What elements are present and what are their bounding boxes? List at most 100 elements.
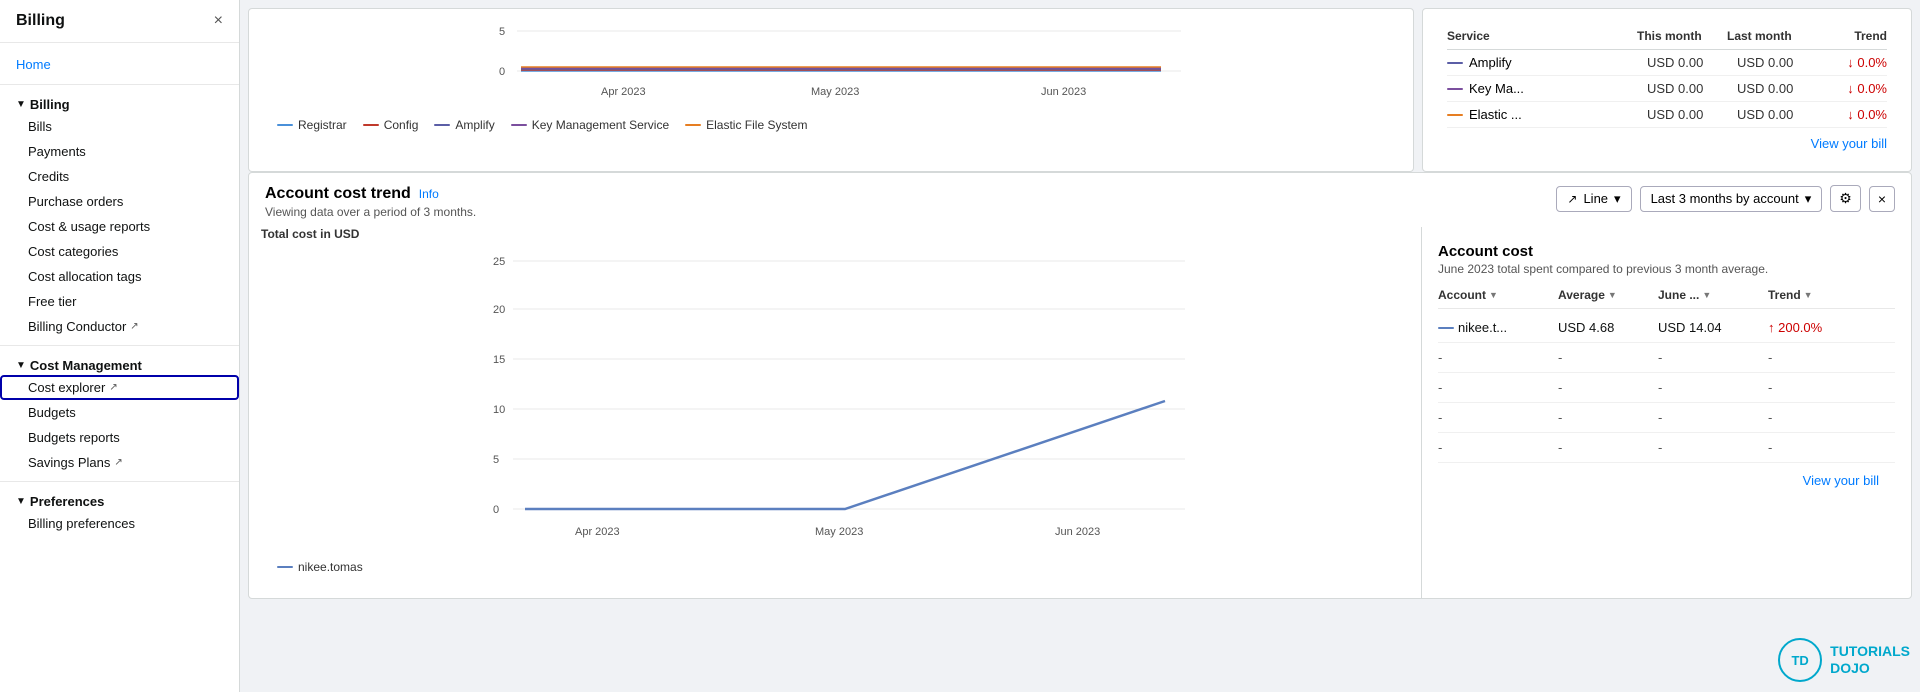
service-color-amplify <box>1447 62 1463 64</box>
legend-line-kms <box>511 124 527 126</box>
sidebar-close-button[interactable]: × <box>214 12 223 30</box>
trend-panel: Account cost trend Info Viewing data ove… <box>248 172 1912 599</box>
account-cost-panel: Account cost June 2023 total spent compa… <box>1422 227 1911 514</box>
sidebar-item-purchase-orders[interactable]: Purchase orders <box>0 189 239 214</box>
td-account-1: nikee.t... <box>1438 320 1558 335</box>
svg-text:May 2023: May 2023 <box>811 86 859 98</box>
svg-text:May 2023: May 2023 <box>815 526 863 538</box>
account-table-row-2: - - - - <box>1438 343 1895 373</box>
sidebar-item-cost-explorer[interactable]: Cost explorer ↗ <box>0 375 239 400</box>
account-table-row-5: - - - - <box>1438 433 1895 463</box>
legend-config: Config <box>363 118 419 132</box>
sort-icon-average[interactable]: ▼ <box>1608 290 1617 300</box>
top-chart-svg: 5 0 Apr 2023 May 2023 Jun 2023 <box>261 17 1401 107</box>
th-trend: Trend ▼ <box>1768 288 1895 302</box>
trend-title: Account cost trend Info <box>265 185 476 203</box>
legend-amplify: Amplify <box>434 118 494 132</box>
legend-nikee: nikee.tomas <box>277 560 363 574</box>
sidebar-nav: Home ▼ Billing Bills Payments Credits Pu… <box>0 43 239 544</box>
sidebar-item-cost-allocation-tags[interactable]: Cost allocation tags <box>0 264 239 289</box>
legend-kms: Key Management Service <box>511 118 669 132</box>
main-content: 5 0 Apr 2023 May 2023 Jun 2023 <box>240 0 1920 692</box>
td-logo: TD <box>1778 638 1822 682</box>
account-cost-right-panel: Account cost June 2023 total spent compa… <box>1421 227 1911 598</box>
chart-icon: ↗ <box>1567 192 1577 206</box>
sidebar-item-budgets[interactable]: Budgets <box>0 400 239 425</box>
cost-management-section: ▼ Cost Management <box>0 352 239 375</box>
trend-subtitle: Viewing data over a period of 3 months. <box>265 205 476 219</box>
trend-chart-area: Total cost in USD 25 20 15 10 5 0 <box>249 227 1421 598</box>
sort-icon-account[interactable]: ▼ <box>1489 290 1498 300</box>
sort-icon-june[interactable]: ▼ <box>1702 290 1711 300</box>
sort-icon-trend[interactable]: ▼ <box>1804 290 1813 300</box>
sidebar-item-savings-plans[interactable]: Savings Plans ↗ <box>0 450 239 475</box>
period-dropdown[interactable]: Last 3 months by account ▾ <box>1640 186 1823 212</box>
sidebar-title: Billing <box>16 12 65 30</box>
sidebar-item-budgets-reports[interactable]: Budgets reports <box>0 425 239 450</box>
svg-text:Apr 2023: Apr 2023 <box>601 86 646 98</box>
sidebar-item-billing-conductor[interactable]: Billing Conductor ↗ <box>0 314 239 339</box>
svg-text:5: 5 <box>493 454 499 466</box>
svg-text:20: 20 <box>493 304 505 316</box>
legend-line-config <box>363 124 379 126</box>
th-account: Account ▼ <box>1438 288 1558 302</box>
sidebar-item-payments[interactable]: Payments <box>0 139 239 164</box>
service-color-kms <box>1447 88 1463 90</box>
sidebar-item-home[interactable]: Home <box>0 51 239 78</box>
sidebar-item-credits[interactable]: Credits <box>0 164 239 189</box>
svg-text:5: 5 <box>499 26 505 38</box>
chart-label: Total cost in USD <box>261 227 1409 241</box>
account-cost-title: Account cost <box>1438 243 1895 260</box>
th-june: June ... ▼ <box>1658 288 1768 302</box>
cost-management-section-title[interactable]: ▼ Cost Management <box>16 358 223 373</box>
account-cost-subtitle: June 2023 total spent compared to previo… <box>1438 262 1895 276</box>
top-right-view-bill: View your bill <box>1447 128 1887 155</box>
sidebar-item-cost-usage-reports[interactable]: Cost & usage reports <box>0 214 239 239</box>
preferences-section: ▼ Preferences <box>0 488 239 511</box>
account-view-bill-link[interactable]: View your bill <box>1803 473 1879 488</box>
svg-text:0: 0 <box>493 504 499 516</box>
legend-line-efs <box>685 124 701 126</box>
table-row: Elastic ... USD 0.00 USD 0.00 ↓ 0.0% <box>1447 102 1887 128</box>
sidebar-item-bills[interactable]: Bills <box>0 114 239 139</box>
divider3 <box>0 481 239 482</box>
external-link-icon2: ↗ <box>109 382 117 393</box>
info-badge[interactable]: Info <box>419 187 439 201</box>
trend-legend: nikee.tomas <box>261 552 1409 586</box>
account-view-bill: View your bill <box>1438 463 1895 498</box>
legend-line-amplify <box>434 124 450 126</box>
chevron-down-icon2: ▾ <box>1805 191 1812 207</box>
account-table-row-4: - - - - <box>1438 403 1895 433</box>
sidebar-item-free-tier[interactable]: Free tier <box>0 289 239 314</box>
top-right-table: Service This month Last month Trend Ampl… <box>1435 17 1899 163</box>
sidebar-header: Billing × <box>0 0 239 43</box>
legend-line-nikee <box>277 566 293 568</box>
trend-body: Total cost in USD 25 20 15 10 5 0 <box>249 227 1911 598</box>
divider2 <box>0 345 239 346</box>
arrow-icon2: ▼ <box>16 360 26 371</box>
settings-button[interactable]: ⚙ <box>1830 185 1861 212</box>
line-dropdown[interactable]: ↗ Line ▾ <box>1556 186 1631 212</box>
th-average: Average ▼ <box>1558 288 1658 302</box>
billing-section-title[interactable]: ▼ Billing <box>16 97 223 112</box>
external-link-icon: ↗ <box>130 321 138 332</box>
legend-registrar: Registrar <box>277 118 347 132</box>
tutorials-dojo-badge: TD TUTORIALSDOJO <box>1778 638 1910 682</box>
svg-text:0: 0 <box>499 66 505 78</box>
sidebar-item-cost-categories[interactable]: Cost categories <box>0 239 239 264</box>
legend-efs: Elastic File System <box>685 118 807 132</box>
top-right-table-header: Service This month Last month Trend <box>1447 25 1887 50</box>
account-color-1 <box>1438 327 1454 329</box>
close-button[interactable]: × <box>1869 186 1895 212</box>
account-table-row-1: nikee.t... USD 4.68 USD 14.04 ↑ 200.0% <box>1438 313 1895 343</box>
svg-text:Jun 2023: Jun 2023 <box>1041 86 1086 98</box>
trend-chart-svg: 25 20 15 10 5 0 Apr 2023 May 2023 <box>261 245 1409 545</box>
top-chart-panel: 5 0 Apr 2023 May 2023 Jun 2023 <box>248 8 1414 172</box>
arrow-icon3: ▼ <box>16 496 26 507</box>
chevron-down-icon: ▾ <box>1614 191 1621 207</box>
preferences-section-title[interactable]: ▼ Preferences <box>16 494 223 509</box>
account-table-row-3: - - - - <box>1438 373 1895 403</box>
view-bill-link[interactable]: View your bill <box>1811 136 1887 151</box>
svg-text:25: 25 <box>493 256 505 268</box>
sidebar-item-billing-preferences[interactable]: Billing preferences <box>0 511 239 536</box>
